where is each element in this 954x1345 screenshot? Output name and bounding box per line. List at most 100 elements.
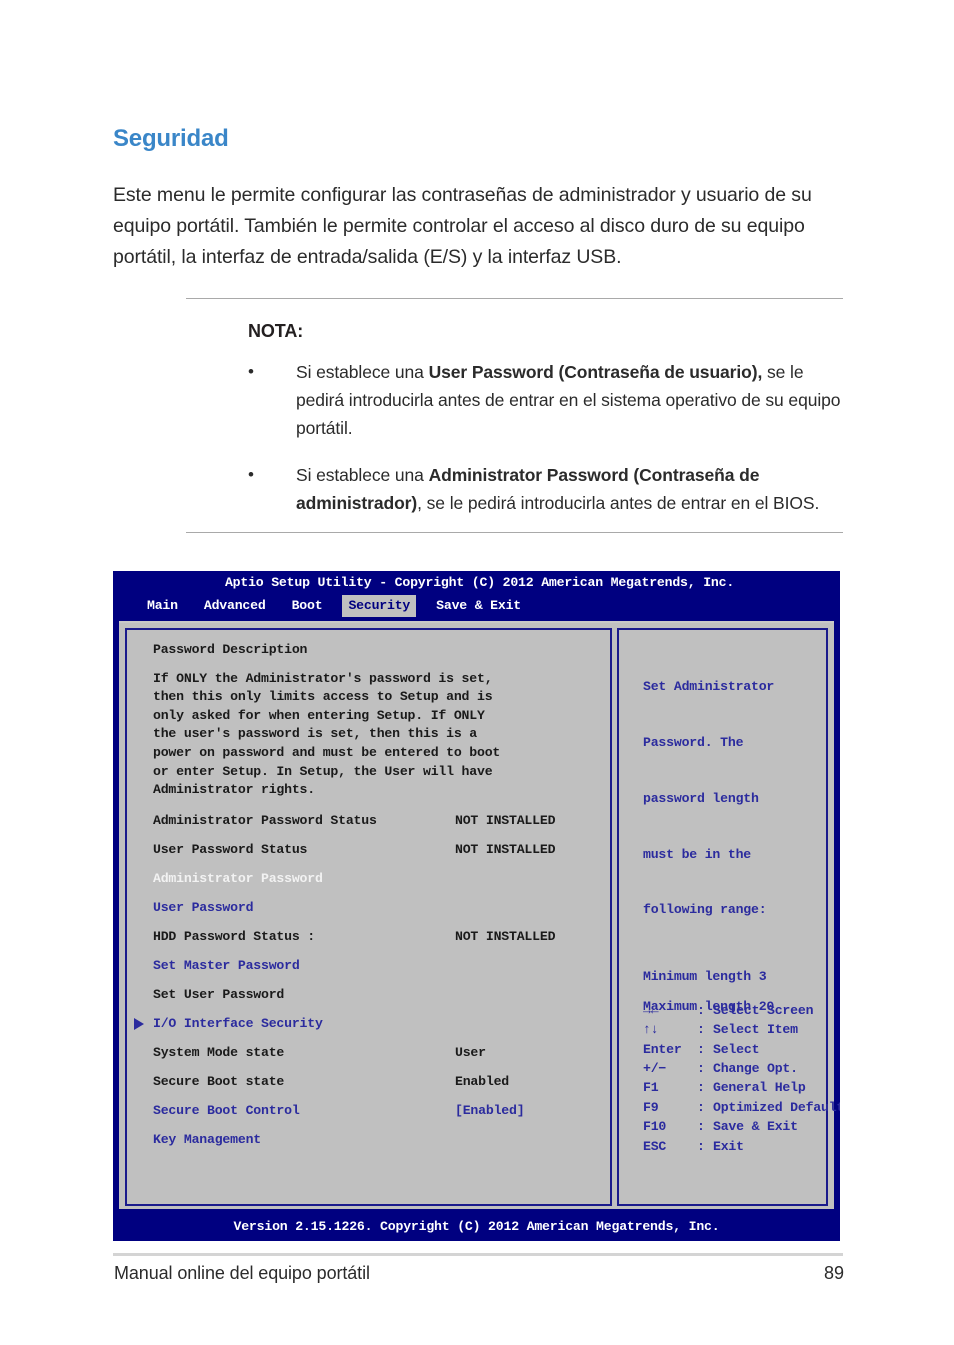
description-line: the user's password is set, then this is…: [153, 726, 477, 742]
note-list-item: • Si establece una User Password (Contra…: [248, 358, 843, 442]
description-line: Administrator rights.: [153, 782, 315, 798]
password-description-heading: Password Description: [153, 642, 308, 657]
setting-label: HDD Password Status :: [153, 928, 315, 944]
note-block: NOTA: • Si establece una User Password (…: [186, 298, 843, 533]
setting-value: NOT INSTALLED: [455, 812, 556, 828]
note-item-bold: User Password (Contraseña de usuario),: [428, 362, 763, 382]
key-name: ESC: [643, 1138, 667, 1154]
help-text: Set Administrator Password. The password…: [619, 630, 826, 1016]
footer-rule: [113, 1253, 843, 1256]
bullet-icon: •: [248, 362, 254, 381]
bios-setup-screenshot: Aptio Setup Utility - Copyright (C) 2012…: [113, 571, 840, 1241]
tab-boot[interactable]: Boot: [286, 595, 329, 617]
page-title: Seguridad: [113, 125, 229, 153]
setting-label: Set Master Password: [153, 957, 300, 973]
help-line: must be in the: [643, 846, 751, 862]
bullet-icon: •: [248, 465, 254, 484]
setting-value: NOT INSTALLED: [455, 928, 556, 944]
help-line: Password. The: [643, 734, 744, 750]
setting-row-user-password[interactable]: User Password: [153, 899, 610, 928]
key-name: ↑↓: [643, 1022, 659, 1038]
key-name: →←: [643, 1002, 659, 1018]
setting-label: I/O Interface Security: [153, 1015, 323, 1031]
setting-label: System Mode state: [153, 1044, 285, 1060]
key-action: Select: [713, 1041, 760, 1057]
bios-tab-bar[interactable]: Main Advanced Boot Security Save & Exit: [113, 595, 840, 617]
setting-row-set-master-password[interactable]: Set Master Password: [153, 957, 610, 986]
bios-title: Aptio Setup Utility - Copyright (C) 2012…: [224, 575, 735, 590]
setting-row-administrator-password-status: Administrator Password Status NOT INSTAL…: [153, 812, 610, 841]
setting-row-io-interface-security[interactable]: I/O Interface Security: [134, 1015, 610, 1044]
bios-help-panel: Set Administrator Password. The password…: [617, 628, 840, 1206]
setting-row-system-mode-state: System Mode state User: [153, 1044, 610, 1073]
key-legend-row: +/−: Change Opt.: [643, 1059, 840, 1078]
key-action: Select Item: [713, 1022, 798, 1038]
note-title: NOTA:: [248, 321, 304, 341]
help-minimum-length: Minimum length 3: [643, 969, 767, 985]
description-line: or enter Setup. In Setup, the User will …: [153, 763, 493, 779]
setting-value: User: [455, 1044, 486, 1060]
tab-advanced[interactable]: Advanced: [198, 595, 272, 617]
note-item-suffix: , se le pedirá introducirla antes de ent…: [417, 493, 820, 513]
key-separator: :: [697, 1041, 705, 1057]
password-description-text: If ONLY the Administrator's password is …: [153, 670, 610, 800]
key-legend-row: F10: Save & Exit: [643, 1117, 840, 1136]
note-inner: NOTA: • Si establece una User Password (…: [186, 299, 843, 523]
key-separator: :: [697, 1080, 705, 1096]
setting-row-user-password-status: User Password Status NOT INSTALLED: [153, 841, 610, 870]
submenu-arrow-icon: [134, 1017, 144, 1030]
key-separator: :: [697, 1138, 705, 1154]
help-line: following range:: [643, 902, 767, 918]
description-line: If ONLY the Administrator's password is …: [153, 670, 493, 686]
setting-label: Secure Boot state: [153, 1073, 285, 1089]
setting-row-secure-boot-control[interactable]: Secure Boot Control [Enabled]: [153, 1102, 610, 1131]
key-separator: :: [697, 1119, 705, 1135]
description-line: then this only limits access to Setup an…: [153, 689, 493, 705]
key-action: Select Screen: [713, 1002, 814, 1018]
setting-value[interactable]: [Enabled]: [455, 1102, 525, 1121]
description-line: only asked for when entering Setup. If O…: [153, 707, 485, 723]
key-name: F1: [643, 1080, 659, 1096]
description-line: power on password and must be entered to…: [153, 744, 501, 760]
key-name: Enter: [643, 1041, 682, 1057]
key-action: Exit: [713, 1138, 744, 1154]
settings-content: Password Description If ONLY the Adminis…: [127, 630, 610, 1160]
tab-security[interactable]: Security: [342, 595, 417, 617]
setting-label: User Password: [153, 899, 254, 915]
bios-body: Password Description If ONLY the Adminis…: [119, 621, 840, 1209]
key-name: +/−: [643, 1060, 667, 1076]
key-action: Save & Exit: [713, 1119, 798, 1135]
key-action: Optimized Defaults: [713, 1099, 840, 1115]
setting-row-key-management[interactable]: Key Management: [153, 1131, 610, 1160]
setting-row-set-user-password[interactable]: Set User Password: [153, 986, 610, 1015]
tab-save-exit[interactable]: Save & Exit: [430, 595, 527, 617]
setting-row-secure-boot-state: Secure Boot state Enabled: [153, 1073, 610, 1102]
key-action: Change Opt.: [713, 1060, 798, 1076]
setting-row-hdd-password-status: HDD Password Status : NOT INSTALLED: [153, 928, 610, 957]
key-name: F9: [643, 1099, 659, 1115]
key-separator: :: [697, 1002, 705, 1018]
key-legend-row: F9: Optimized Defaults: [643, 1098, 840, 1117]
document-page: Seguridad Este menu le permite configura…: [0, 0, 954, 1345]
footer-page-number: 89: [823, 1263, 844, 1283]
setting-value: Enabled: [455, 1073, 509, 1089]
key-action: General Help: [713, 1080, 806, 1096]
setting-row-administrator-password[interactable]: Administrator Password: [153, 870, 610, 899]
tab-main[interactable]: Main: [141, 595, 184, 617]
key-separator: :: [697, 1022, 705, 1038]
bios-panels: Password Description If ONLY the Adminis…: [125, 628, 840, 1206]
setting-label: User Password Status: [153, 841, 308, 857]
key-legend-row: →←: Select Screen: [643, 1001, 840, 1020]
key-legend-row: ↑↓: Select Item: [643, 1020, 840, 1039]
setting-label: Secure Boot Control: [153, 1102, 300, 1118]
setting-value: NOT INSTALLED: [455, 841, 556, 857]
footer-manual-title: Manual online del equipo portátil: [114, 1263, 370, 1283]
key-legend-row: F1: General Help: [643, 1078, 840, 1097]
bios-version-footer: Version 2.15.1226. Copyright (C) 2012 Am…: [113, 1213, 840, 1241]
key-legend-row: ESC: Exit: [643, 1137, 840, 1156]
key-legend: →←: Select Screen ↑↓: Select Item Enter: Se…: [643, 1001, 840, 1156]
setting-label: Administrator Password: [153, 870, 323, 886]
note-item-prefix: Si establece una: [296, 362, 429, 382]
setting-label: Set User Password: [153, 986, 285, 1002]
help-line: password length: [643, 790, 759, 806]
